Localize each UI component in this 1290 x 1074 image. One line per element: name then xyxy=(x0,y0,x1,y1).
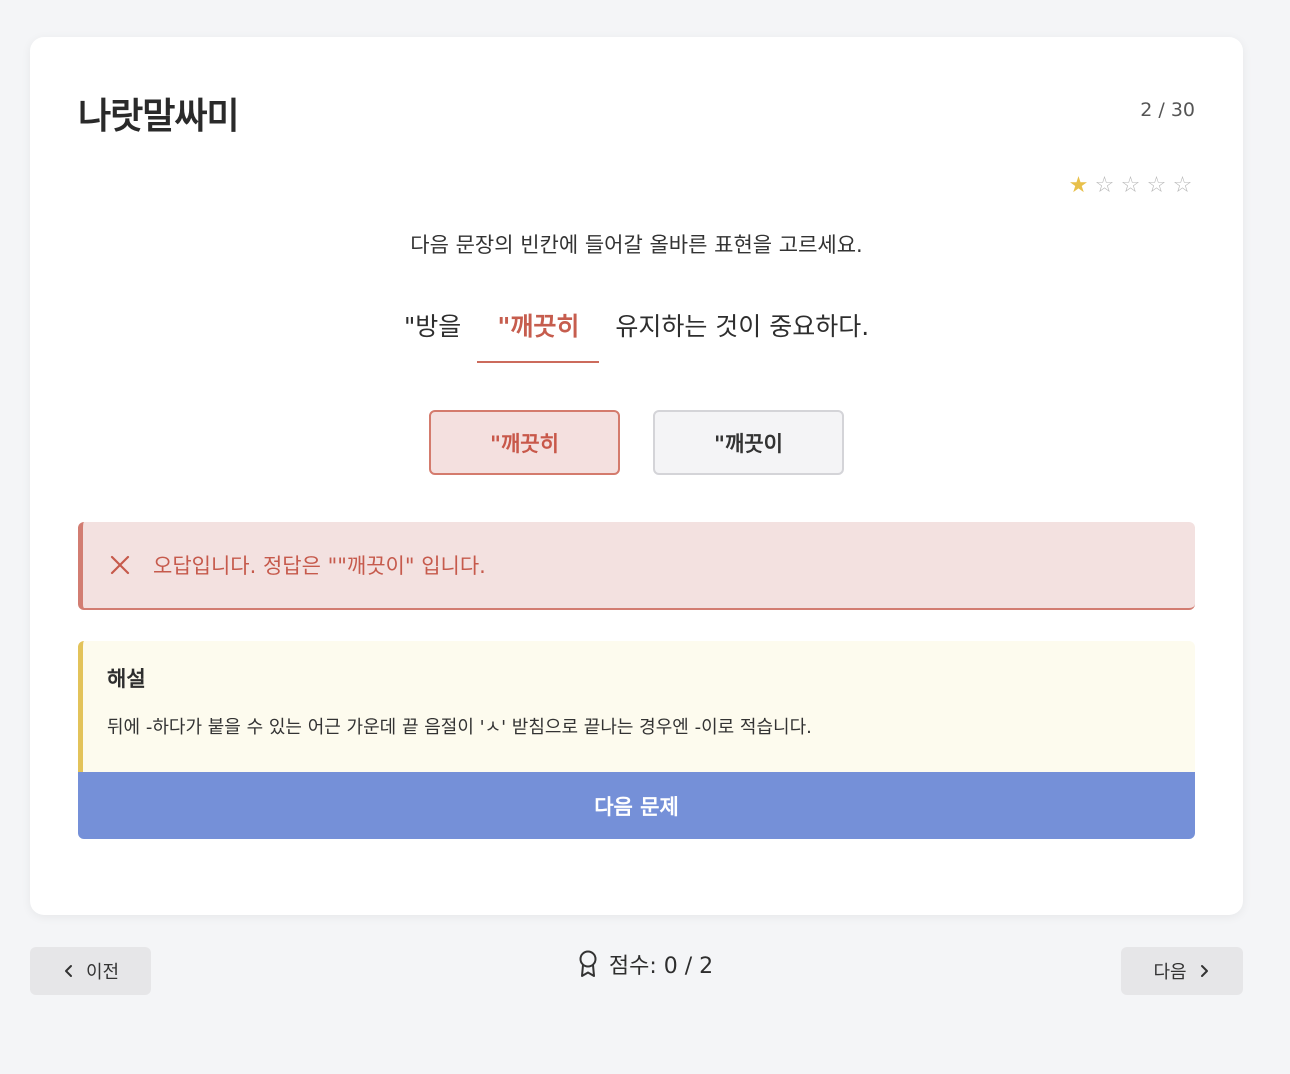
score-text: 점수: 0 / 2 xyxy=(608,954,714,979)
result-banner: 오답입니다. 정답은 ""깨끗이" 입니다. xyxy=(78,522,1195,610)
sentence-after: 유지하는 것이 중요하다. xyxy=(615,312,870,341)
next-question-button[interactable]: 다음 문제 xyxy=(78,772,1195,839)
sentence-before: "방을 xyxy=(403,312,462,341)
option-button-selected-wrong[interactable]: "깨끗히 xyxy=(429,410,620,475)
option-button[interactable]: "깨끗이 xyxy=(653,410,844,475)
sentence-blank: "깨끗히 xyxy=(477,307,600,363)
next-label: 다음 xyxy=(1153,962,1187,983)
app-title: 나랏말싸미 xyxy=(78,96,240,137)
close-icon xyxy=(110,555,130,575)
question-instruction: 다음 문장의 빈칸에 들어갈 올바른 표현을 고르세요. xyxy=(410,233,863,257)
next-button[interactable]: 다음 xyxy=(1121,947,1243,995)
question-sentence: "방을 "깨끗히 유지하는 것이 중요하다. xyxy=(30,307,1243,363)
award-icon xyxy=(579,950,597,977)
star-empty-icon: ☆ xyxy=(1094,173,1115,198)
star-filled-icon: ★ xyxy=(1068,173,1089,198)
star-empty-icon: ☆ xyxy=(1120,173,1141,198)
star-empty-icon: ☆ xyxy=(1146,173,1167,198)
progress-counter: 2 / 30 xyxy=(1140,99,1195,121)
score-display: 점수: 0 / 2 xyxy=(0,948,1290,980)
result-text: 오답입니다. 정답은 ""깨끗이" 입니다. xyxy=(153,554,486,578)
chevron-right-icon xyxy=(1200,965,1208,977)
answer-options: "깨끗히 "깨끗이 xyxy=(30,410,1243,475)
difficulty-rating: ★ ☆ ☆ ☆ ☆ xyxy=(1066,173,1195,199)
star-empty-icon: ☆ xyxy=(1172,173,1193,198)
